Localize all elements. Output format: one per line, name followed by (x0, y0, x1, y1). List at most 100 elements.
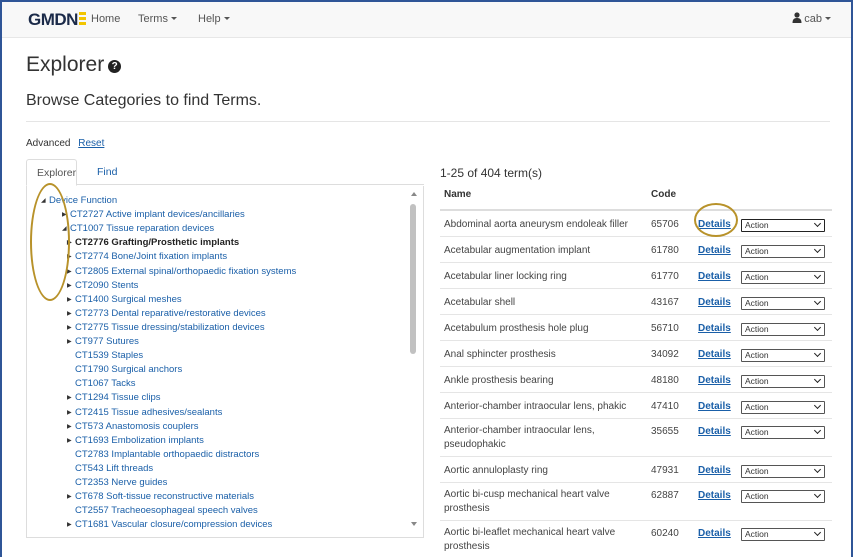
action-select[interactable]: Action (741, 323, 825, 336)
action-select[interactable]: Action (741, 528, 825, 541)
action-select[interactable]: Action (741, 297, 825, 310)
tree-collapsed-icon[interactable]: ▶ (67, 265, 75, 279)
tree-node-label: CT2773 Dental reparative/restorative dev… (75, 307, 266, 319)
help-circle-icon[interactable]: ? (108, 60, 122, 73)
tree-node[interactable]: ▶ CT2805 External spinal/orthopaedic fixa… (67, 265, 296, 279)
navbar: GMDN Home Terms Help cab (2, 2, 851, 38)
details-link[interactable]: Details (698, 426, 731, 437)
tree-node[interactable]: CT543 Lift threads (75, 462, 153, 476)
action-select[interactable]: Action (741, 349, 825, 362)
action-select[interactable]: Action (741, 465, 825, 478)
action-select[interactable]: Action (741, 426, 825, 439)
action-select[interactable]: Action (741, 375, 825, 388)
tree-collapsed-icon[interactable]: ▶ (67, 490, 75, 504)
page-title-text: Explorer (26, 53, 105, 76)
scroll-up-icon[interactable] (411, 192, 417, 196)
chevron-down-icon (813, 271, 822, 280)
action-select[interactable]: Action (741, 271, 825, 284)
action-select[interactable]: Action (741, 219, 825, 232)
tree-collapsed-icon[interactable]: ▶ (67, 307, 75, 321)
tree-node-label: CT1294 Tissue clips (75, 392, 161, 404)
scroll-down-icon[interactable] (411, 522, 417, 526)
tree-collapsed-icon[interactable]: ▶ (67, 518, 75, 532)
tree-node[interactable]: ▶ CT678 Soft-tissue reconstructive materi… (67, 490, 254, 504)
tree-node[interactable]: ▶ CT1294 Tissue clips (67, 391, 161, 405)
tree-node[interactable]: ▶ CT2776 Grafting/Prosthetic implants (67, 236, 239, 250)
result-count: 1-25 of 404 term(s) (440, 166, 543, 180)
tree-node[interactable]: ▶ CT1693 Embolization implants (67, 434, 204, 448)
details-link[interactable]: Details (698, 401, 731, 412)
tree-node[interactable]: CT1790 Surgical anchors (75, 363, 182, 377)
tree-collapsed-icon[interactable]: ▶ (67, 279, 75, 293)
tree-scrollbar[interactable] (409, 186, 420, 537)
chevron-down-icon (813, 465, 822, 474)
nav-help-dropdown[interactable]: Help (198, 13, 230, 25)
term-name: Anterior-chamber intraocular lens, phaki… (444, 401, 627, 412)
tree-collapsed-icon[interactable]: ▶ (67, 391, 75, 405)
search-links: Advanced Reset (26, 138, 104, 149)
tree-node[interactable]: ▶ CT2090 Stents (67, 279, 138, 293)
tree-node[interactable]: ▶ CT573 Anastomosis couplers (67, 420, 199, 434)
details-link[interactable]: Details (698, 245, 731, 256)
tree-node-label: CT2557 Tracheoesophageal speech valves (75, 505, 258, 517)
tab-find[interactable]: Find (87, 159, 127, 186)
divider (26, 121, 830, 122)
tree-node[interactable]: ▶ CT2774 Bone/Joint fixation implants (67, 250, 227, 264)
tree-node[interactable]: CT2557 Tracheoesophageal speech valves (75, 504, 258, 518)
tree-node[interactable]: ▶ CT2773 Dental reparative/restorative de… (67, 307, 266, 321)
chevron-down-icon (813, 297, 822, 306)
details-link[interactable]: Details (698, 375, 731, 386)
term-code: 65706 (651, 219, 679, 230)
tree-node[interactable]: ◢ CT1007 Tissue reparation devices (62, 222, 214, 236)
tree-collapsed-icon[interactable]: ▶ (67, 321, 75, 335)
advanced-link[interactable]: Advanced (26, 138, 70, 149)
table-row: Acetabulum prosthesis hole plug 56710 Deta… (440, 315, 832, 341)
table-row: Anal sphincter prosthesis 34092 Details Act… (440, 341, 832, 367)
user-menu[interactable]: cab (792, 12, 831, 25)
tree-node-label: CT1693 Embolization implants (75, 434, 204, 446)
term-code: 61780 (651, 245, 679, 256)
tree-node[interactable]: CT1067 Tacks (75, 377, 136, 391)
tree-node[interactable]: CT1539 Staples (75, 349, 143, 363)
tree-node[interactable]: CT2353 Nerve guides (75, 476, 167, 490)
gmdn-logo[interactable]: GMDN (28, 10, 86, 30)
scrollbar-thumb[interactable] (410, 204, 416, 354)
details-link[interactable]: Details (698, 271, 731, 282)
details-link[interactable]: Details (698, 323, 731, 334)
tree-collapsed-icon[interactable]: ▶ (67, 293, 75, 307)
details-link[interactable]: Details (698, 349, 731, 360)
tab-explorer[interactable]: Explorer (26, 159, 77, 186)
tree-collapsed-icon[interactable]: ▶ (67, 420, 75, 434)
details-link[interactable]: Details (698, 297, 731, 308)
action-select[interactable]: Action (741, 401, 825, 414)
caret-down-icon (223, 17, 230, 20)
details-link[interactable]: Details (698, 490, 731, 501)
term-code: 60240 (651, 528, 679, 539)
tree-node[interactable]: ▶ CT2415 Tissue adhesives/sealants (67, 406, 222, 420)
action-select[interactable]: Action (741, 490, 825, 503)
tree-node[interactable]: ▶ CT2775 Tissue dressing/stabilization de… (67, 321, 265, 335)
tree-node[interactable]: ▶ CT2727 Active implant devices/ancillari… (62, 208, 245, 222)
tree-node-label: CT2776 Grafting/Prosthetic implants (75, 237, 240, 249)
term-code: 47410 (651, 401, 679, 412)
action-select-value: Action (745, 246, 769, 256)
tree-node[interactable]: ▶ CT977 Sutures (67, 335, 139, 349)
nav-home[interactable]: Home (91, 13, 120, 25)
action-select[interactable]: Action (741, 245, 825, 258)
action-select-value: Action (745, 298, 769, 308)
details-link[interactable]: Details (698, 465, 731, 476)
details-link[interactable]: Details (698, 528, 731, 539)
tree-collapsed-icon[interactable]: ▶ (67, 335, 75, 349)
tree-node[interactable]: ▶ CT1681 Vascular closure/compression dev… (67, 518, 272, 532)
caret-down-icon (825, 17, 831, 20)
tree-node-label: CT543 Lift threads (75, 462, 154, 474)
chevron-down-icon (813, 219, 822, 228)
tree-collapsed-icon[interactable]: ▶ (67, 434, 75, 448)
term-name: Aortic annuloplasty ring (444, 465, 548, 476)
tree-node[interactable]: CT2783 Implantable orthopaedic distracto… (75, 448, 259, 462)
nav-terms-dropdown[interactable]: Terms (138, 13, 177, 25)
page-subtitle: Browse Categories to find Terms. (26, 92, 262, 109)
tree-collapsed-icon[interactable]: ▶ (67, 406, 75, 420)
tree-node[interactable]: ▶ CT1400 Surgical meshes (67, 293, 182, 307)
reset-link[interactable]: Reset (78, 138, 104, 149)
